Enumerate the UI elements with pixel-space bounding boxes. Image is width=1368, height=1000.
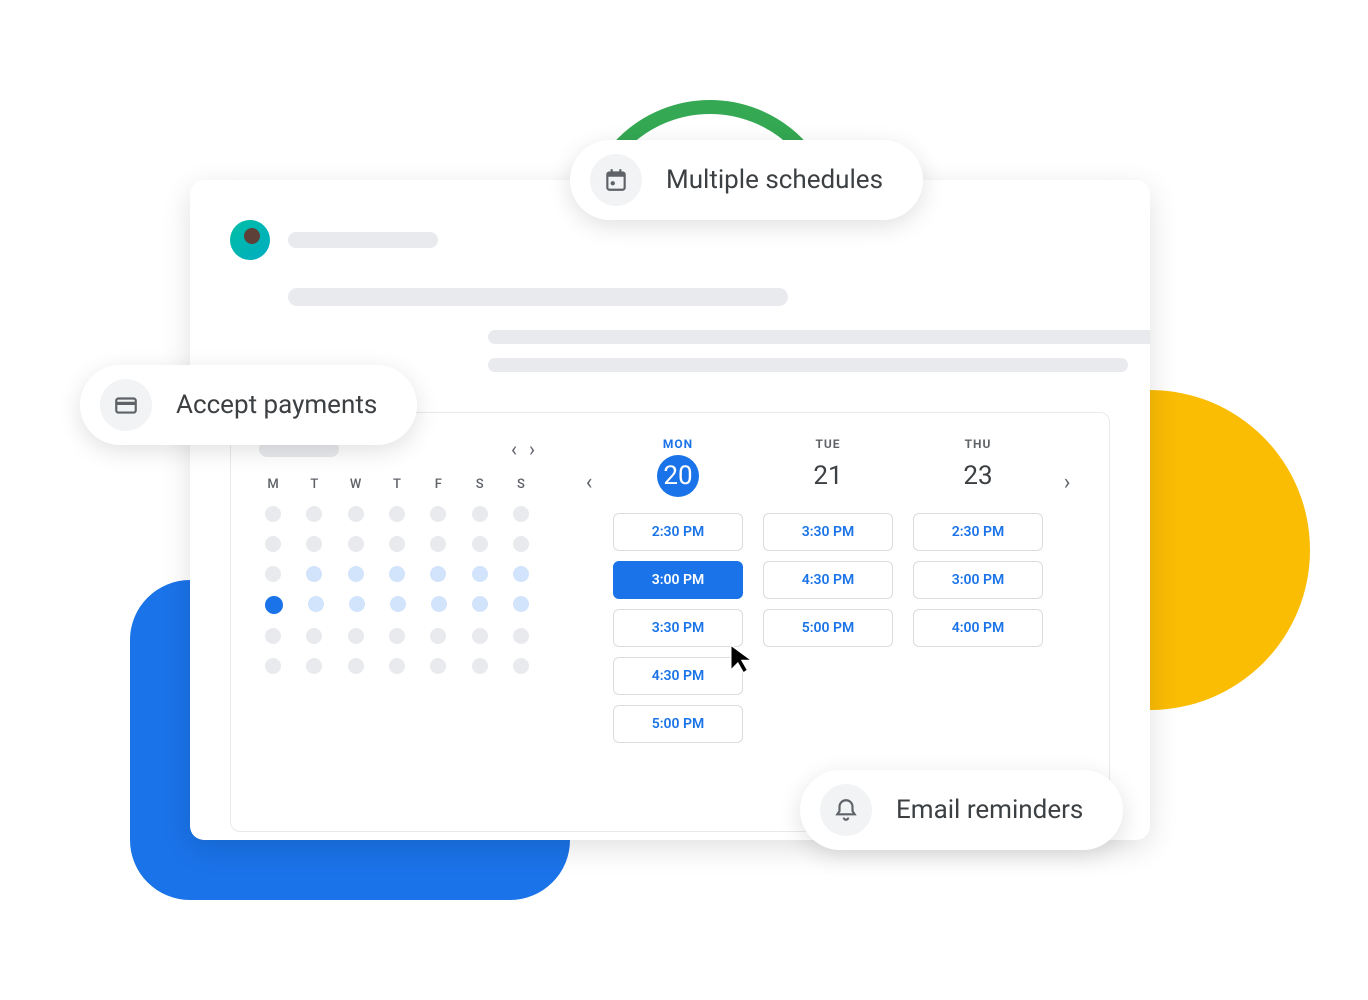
calendar-day-dot[interactable] — [430, 628, 446, 644]
prev-days-button[interactable]: ‹ — [575, 457, 603, 507]
placeholder-line — [488, 330, 1150, 344]
calendar-day-dot[interactable] — [430, 658, 446, 674]
calendar-day-dot[interactable] — [265, 628, 281, 644]
calendar-day-dot[interactable] — [349, 596, 365, 612]
time-slot[interactable]: 5:00 PM — [763, 609, 893, 647]
feature-pill-schedules: Multiple schedules — [570, 140, 923, 220]
feature-pill-payments: Accept payments — [80, 365, 417, 445]
calendar-day-dot[interactable] — [265, 536, 281, 552]
pill-label: Accept payments — [176, 390, 377, 420]
time-slot[interactable]: 5:00 PM — [613, 705, 743, 743]
calendar-day-dot[interactable] — [265, 506, 281, 522]
calendar-day-dot[interactable] — [472, 566, 488, 582]
calendar-day-dot[interactable] — [265, 566, 281, 582]
calendar-day-dot[interactable] — [389, 506, 405, 522]
calendar-day-dot[interactable] — [472, 596, 488, 612]
time-slot[interactable]: 3:30 PM — [763, 513, 893, 551]
dow-label: S — [466, 477, 494, 492]
calendar-day-dot[interactable] — [265, 658, 281, 674]
calendar-day-dot[interactable] — [348, 628, 364, 644]
calendar-icon — [590, 154, 642, 206]
day-column: TUE 21 3:30 PM 4:30 PM 5:00 PM — [763, 437, 893, 753]
calendar-day-dot[interactable] — [308, 596, 324, 612]
mini-calendar: ‹ › MTWTFSS — [259, 437, 535, 831]
time-slot[interactable]: 2:30 PM — [913, 513, 1043, 551]
calendar-day-dot[interactable] — [513, 596, 529, 612]
calendar-day-dot[interactable] — [390, 596, 406, 612]
pill-label: Email reminders — [896, 795, 1083, 825]
day-number[interactable]: 21 — [807, 455, 849, 497]
day-column: THU 23 2:30 PM 3:00 PM 4:00 PM — [913, 437, 1043, 753]
calendar-day-dot[interactable] — [472, 506, 488, 522]
day-number[interactable]: 20 — [657, 455, 699, 497]
calendar-day-dot[interactable] — [513, 566, 529, 582]
dow-label: W — [342, 477, 370, 492]
dow-label: T — [300, 477, 328, 492]
next-days-button[interactable]: › — [1053, 457, 1081, 507]
calendar-day-dot[interactable] — [348, 506, 364, 522]
calendar-day-dot[interactable] — [513, 658, 529, 674]
placeholder-name — [288, 232, 438, 248]
day-number[interactable]: 23 — [957, 455, 999, 497]
time-slot[interactable]: 4:30 PM — [763, 561, 893, 599]
next-month-button[interactable]: › — [529, 437, 535, 461]
calendar-day-dot[interactable] — [513, 536, 529, 552]
calendar-day-dot[interactable] — [306, 658, 322, 674]
calendar-day-dot[interactable] — [389, 628, 405, 644]
calendar-day-dot[interactable] — [306, 506, 322, 522]
dow-label: F — [424, 477, 452, 492]
time-slot[interactable]: 3:30 PM — [613, 609, 743, 647]
calendar-day-dot[interactable] — [389, 658, 405, 674]
time-slot[interactable]: 4:30 PM — [613, 657, 743, 695]
bell-icon — [820, 784, 872, 836]
calendar-day-dot[interactable] — [430, 536, 446, 552]
calendar-day-dot[interactable] — [431, 596, 447, 612]
dow-label: M — [259, 477, 287, 492]
cursor-icon — [728, 642, 756, 680]
calendar-day-dot[interactable] — [306, 628, 322, 644]
day-label: MON — [663, 437, 693, 451]
calendar-day-dot[interactable] — [348, 566, 364, 582]
calendar-day-dot[interactable] — [430, 506, 446, 522]
time-slot[interactable]: 2:30 PM — [613, 513, 743, 551]
avatar — [230, 220, 270, 260]
calendar-day-dot[interactable] — [348, 658, 364, 674]
day-label: TUE — [815, 437, 840, 451]
prev-month-button[interactable]: ‹ — [511, 437, 517, 461]
placeholder-line — [488, 358, 1128, 372]
calendar-day-dot[interactable] — [472, 536, 488, 552]
calendar-day-dot[interactable] — [306, 566, 322, 582]
calendar-day-dot[interactable] — [265, 596, 283, 614]
calendar-day-dot[interactable] — [513, 506, 529, 522]
credit-card-icon — [100, 379, 152, 431]
calendar-day-dot[interactable] — [430, 566, 446, 582]
calendar-day-dot[interactable] — [472, 628, 488, 644]
day-column: MON 20 2:30 PM 3:00 PM 3:30 PM 4:30 PM 5:00 PM — [613, 437, 743, 753]
dow-label: T — [383, 477, 411, 492]
calendar-day-dot[interactable] — [348, 536, 364, 552]
placeholder-title — [288, 288, 788, 306]
feature-pill-reminders: Email reminders — [800, 770, 1123, 850]
calendar-day-dot[interactable] — [389, 536, 405, 552]
pill-label: Multiple schedules — [666, 165, 883, 195]
time-slot[interactable]: 4:00 PM — [913, 609, 1043, 647]
day-label: THU — [965, 437, 992, 451]
calendar-day-dot[interactable] — [306, 536, 322, 552]
appointment-card: ‹ › MTWTFSS ‹ MON202:30 PM3:00 PM3:30 PM… — [190, 180, 1150, 840]
calendar-day-dot[interactable] — [513, 628, 529, 644]
calendar-day-dot[interactable] — [389, 566, 405, 582]
dow-label: S — [507, 477, 535, 492]
time-slot[interactable]: 3:00 PM — [913, 561, 1043, 599]
time-slot[interactable]: 3:00 PM — [613, 561, 743, 599]
calendar-day-dot[interactable] — [472, 658, 488, 674]
